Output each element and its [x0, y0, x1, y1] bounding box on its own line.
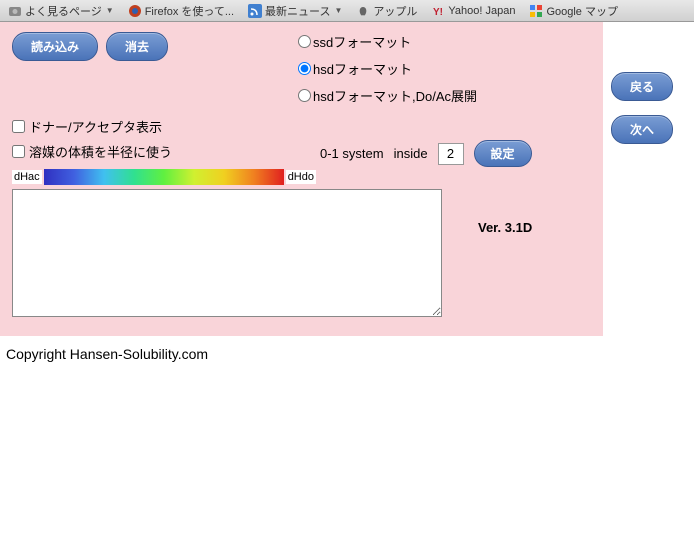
bookmarks-toolbar: よく見るページ ▼ Firefox を使って... 最新ニュース ▼ アップル … — [0, 0, 694, 22]
firefox-icon — [128, 4, 142, 18]
bookmark-label: アップル — [373, 3, 417, 19]
radio-hsd-doac-format[interactable] — [298, 89, 311, 102]
bookmark-label: よく見るページ — [25, 3, 102, 19]
data-textarea[interactable] — [12, 189, 442, 317]
gradient-right-label: dHdo — [286, 170, 316, 184]
camera-icon — [8, 4, 22, 18]
radio-hsd-format[interactable] — [298, 62, 311, 75]
format-radio-group: ssdフォーマット hsdフォーマット hsdフォーマット,Do/Ac展開 — [298, 32, 477, 105]
load-button[interactable]: 読み込み — [12, 32, 98, 61]
radio-label: ssdフォーマット — [313, 32, 411, 51]
settings-button[interactable]: 設定 — [474, 140, 532, 167]
chevron-down-icon: ▼ — [334, 6, 342, 15]
bookmark-firefox[interactable]: Firefox を使って... — [124, 2, 238, 20]
bookmark-label: 最新ニュース — [265, 3, 330, 19]
chevron-down-icon: ▼ — [106, 6, 114, 15]
clear-button[interactable]: 消去 — [106, 32, 168, 61]
bookmark-apple[interactable]: アップル — [352, 2, 421, 20]
svg-text:Y!: Y! — [433, 7, 443, 18]
apple-icon — [356, 4, 370, 18]
next-button[interactable]: 次へ — [611, 115, 673, 144]
bookmark-label: Firefox を使って... — [145, 3, 234, 19]
bookmark-frequent[interactable]: よく見るページ ▼ — [4, 2, 118, 20]
radio-label: hsdフォーマット,Do/Ac展開 — [313, 86, 477, 105]
checkbox-label: ドナー/アクセプタ表示 — [29, 117, 162, 136]
radio-label: hsdフォーマット — [313, 59, 412, 78]
system-label: 0-1 system — [320, 146, 384, 161]
control-panel: 読み込み 消去 ssdフォーマット hsdフォーマット hsdフォーマット,Do… — [0, 22, 603, 336]
checkbox-label: 溶媒の体積を半径に使う — [29, 142, 172, 161]
bookmark-label: Yahoo! Japan — [448, 5, 515, 17]
bookmark-yahoo[interactable]: Y! Yahoo! Japan — [427, 3, 519, 19]
bookmark-google-maps[interactable]: Google マップ — [525, 2, 622, 20]
google-icon — [529, 4, 543, 18]
nav-panel: 戻る 次へ — [603, 22, 681, 336]
gradient-left-label: dHac — [12, 170, 42, 184]
back-button[interactable]: 戻る — [611, 72, 673, 101]
main-content: 読み込み 消去 ssdフォーマット hsdフォーマット hsdフォーマット,Do… — [0, 22, 694, 336]
radio-ssd-format[interactable] — [298, 35, 311, 48]
color-gradient-bar — [44, 169, 284, 185]
checkbox-donor-acceptor[interactable] — [12, 120, 25, 133]
yahoo-icon: Y! — [431, 4, 445, 18]
bookmark-label: Google マップ — [546, 3, 618, 19]
bookmark-news[interactable]: 最新ニュース ▼ — [244, 2, 346, 20]
checkbox-solvent-volume[interactable] — [12, 145, 25, 158]
rss-icon — [248, 4, 262, 18]
inside-label: inside — [394, 146, 428, 161]
version-text: Ver. 3.1D — [478, 220, 532, 235]
inside-input[interactable] — [438, 143, 464, 165]
copyright-text: Copyright Hansen-Solubility.com — [0, 336, 694, 372]
